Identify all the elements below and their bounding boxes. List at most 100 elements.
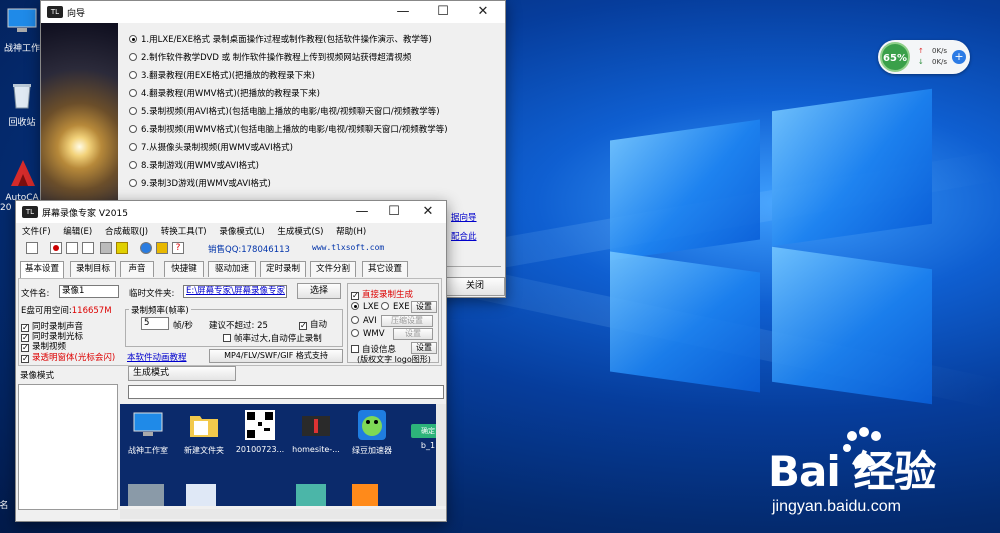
compress-settings-button[interactable]: 压缩设置 — [381, 315, 433, 327]
wizard-option[interactable]: 3.翻录教程(用EXE格式)(把播放的教程录下来) — [129, 69, 315, 83]
option-label: 4.翻录教程(用WMV格式)(把播放的教程录下来) — [141, 89, 320, 99]
brush-icon[interactable] — [116, 242, 128, 254]
maximize-icon[interactable]: ☐ — [380, 203, 408, 221]
checkbox-icon[interactable]: ✓ — [299, 322, 307, 330]
tab-timed-record[interactable]: 定时录制 — [260, 261, 306, 277]
checkbox-icon[interactable] — [223, 334, 231, 342]
wizard-option[interactable]: 9.录制3D游戏(用WMV或AVI格式) — [129, 177, 271, 191]
checkbox-icon[interactable]: ✓ — [21, 355, 29, 363]
preview-icon-qr: 20100723... — [232, 410, 288, 454]
menu-compose[interactable]: 合成截取(J) — [105, 227, 148, 237]
info-settings-button[interactable]: 设置 — [411, 342, 437, 354]
browse-button[interactable]: 选择 — [297, 283, 341, 299]
wizard-option[interactable]: 6.录制视频(用WMV格式)(包括电脑上播放的电影/电视/视频聊天窗口/视频教学… — [129, 123, 448, 137]
tab-basic-settings[interactable]: 基本设置 — [20, 261, 64, 278]
check-auto[interactable]: ✓ 自动 — [299, 318, 327, 330]
wizard-link[interactable]: 配合此 — [451, 230, 477, 242]
menu-help[interactable]: 帮助(H) — [336, 227, 366, 237]
checkbox-icon[interactable]: ✓ — [351, 292, 359, 300]
checkbox-icon[interactable] — [351, 345, 359, 353]
filename-input[interactable]: 录像1 — [59, 285, 119, 298]
minimize-icon[interactable]: — — [389, 3, 417, 21]
tempdir-input[interactable]: E:\屏幕专家\屏幕录像专家 — [183, 285, 287, 298]
menu-edit[interactable]: 编辑(E) — [63, 227, 92, 237]
tutorial-link[interactable]: 本软件动画教程 — [127, 351, 187, 363]
help-icon[interactable]: ? — [172, 242, 184, 254]
plus-icon[interactable]: + — [952, 50, 966, 64]
radio-icon[interactable] — [129, 107, 137, 115]
radio-icon[interactable] — [129, 161, 137, 169]
wizard-option[interactable]: 1.用LXE/EXE格式 录制桌面操作过程或制作教程(包括软件操作演示、教学等) — [129, 33, 432, 47]
radio-icon[interactable] — [129, 125, 137, 133]
menu-bar: 文件(F) 编辑(E) 合成截取(J) 转换工具(T) 录像模式(L) 生成模式… — [16, 225, 446, 239]
wizard-option[interactable]: 7.从摄像头录制视频(用WMV或AVI格式) — [129, 141, 293, 155]
radio-icon[interactable] — [129, 179, 137, 187]
menu-file[interactable]: 文件(F) — [22, 227, 51, 237]
radio-icon[interactable] — [351, 302, 359, 310]
tab-other-settings[interactable]: 其它设置 — [362, 261, 408, 277]
wizard-option[interactable]: 8.录制游戏(用WMV或AVI格式) — [129, 159, 259, 173]
record-icon[interactable] — [50, 242, 62, 254]
copyright-note: (版权文字 logo图形) — [357, 355, 431, 364]
wizard-option[interactable]: 4.翻录教程(用WMV格式)(把播放的教程录下来) — [129, 87, 320, 101]
check-label: 帧率过大,自动停止录制 — [234, 334, 322, 344]
wizard-option[interactable]: 5.录制视频(用AVI格式)(包括电脑上播放的电影/电视/视频聊天窗口/视频教学… — [129, 105, 440, 119]
close-icon[interactable]: ✕ — [469, 3, 497, 21]
check-auto-stop[interactable]: 帧率过大,自动停止录制 — [223, 332, 322, 344]
radio-icon[interactable] — [129, 89, 137, 97]
maximize-icon[interactable]: ☐ — [429, 3, 457, 21]
new-file-icon[interactable] — [26, 242, 38, 254]
pause-icon[interactable] — [82, 242, 94, 254]
record-list[interactable] — [18, 384, 118, 510]
radio-icon[interactable] — [381, 302, 389, 310]
radio-exe[interactable]: EXE — [381, 302, 410, 312]
tab-hotkeys[interactable]: 快捷键 — [164, 261, 204, 277]
wizard-titlebar[interactable]: TL 向导 — ☐ ✕ — [41, 1, 505, 23]
sales-qq[interactable]: 销售QQ:178046113 — [208, 243, 290, 255]
preview-icon-label: homesite-... — [292, 445, 340, 454]
radio-icon[interactable] — [351, 329, 359, 337]
format-support-button[interactable]: MP4/FLV/SWF/GIF 格式支持 — [209, 349, 343, 363]
computer-icon — [133, 412, 163, 436]
tab-sound[interactable]: 声音 — [120, 261, 154, 277]
radio-wmv[interactable]: WMV — [351, 329, 385, 339]
radio-icon[interactable] — [129, 71, 137, 79]
desktop-icon-misc[interactable]: 名 — [0, 498, 14, 511]
vertical-scrollbar[interactable] — [436, 404, 446, 506]
wizard-option[interactable]: 2.制作软件教学DVD 或 制作软件操作教程上传到视频网站获得超清视频 — [129, 51, 411, 65]
close-icon[interactable]: ✕ — [414, 203, 442, 221]
radio-icon[interactable] — [129, 35, 137, 43]
horizontal-scrollbar[interactable] — [120, 509, 446, 519]
paw-icon — [843, 427, 881, 467]
preview-icon-label: 绿豆加速器 — [352, 446, 392, 455]
wizard-close-button[interactable]: 关闭 — [445, 277, 505, 296]
radio-avi[interactable]: AVI — [351, 316, 377, 326]
option-label: 6.录制视频(用WMV格式)(包括电脑上播放的电影/电视/视频聊天窗口/视频教学… — [141, 125, 448, 135]
globe-icon[interactable] — [140, 242, 152, 254]
wizard-link[interactable]: 据向导 — [451, 211, 477, 223]
settings-icon[interactable] — [100, 242, 112, 254]
network-speed-widget[interactable]: 65% ↑ 0K/s ↓ 0K/s + — [878, 40, 970, 74]
recorder-titlebar[interactable]: TL 屏幕录像专家 V2015 — ☐ ✕ — [16, 201, 446, 223]
menu-record-mode[interactable]: 录像模式(L) — [219, 227, 264, 237]
website-link[interactable]: www.tlxsoft.com — [312, 243, 384, 252]
lock-icon[interactable] — [156, 242, 168, 254]
menu-generate-mode[interactable]: 生成模式(S) — [277, 227, 323, 237]
menu-tools[interactable]: 转换工具(T) — [161, 227, 207, 237]
settings-button[interactable]: 设置 — [411, 301, 437, 313]
check-direct-generate[interactable]: ✓ 直接录制生成 — [351, 288, 413, 300]
minimize-icon[interactable]: — — [348, 203, 376, 221]
fps-input[interactable]: 5 — [141, 317, 169, 330]
check-transparent[interactable]: ✓ 录透明窗体(光标会闪) — [21, 351, 115, 363]
radio-icon[interactable] — [351, 316, 359, 324]
radio-lxe[interactable]: LXE — [351, 302, 379, 312]
tab-record-target[interactable]: 录制目标 — [70, 261, 116, 277]
stop-icon[interactable] — [66, 242, 78, 254]
generate-mode-button[interactable]: 生成模式 — [128, 366, 236, 381]
path-bar[interactable] — [128, 385, 444, 399]
tab-file-split[interactable]: 文件分割 — [310, 261, 356, 277]
radio-icon[interactable] — [129, 53, 137, 61]
wmv-settings-button[interactable]: 设置 — [393, 328, 433, 340]
tab-driver-accel[interactable]: 驱动加速 — [208, 261, 256, 277]
radio-icon[interactable] — [129, 143, 137, 151]
